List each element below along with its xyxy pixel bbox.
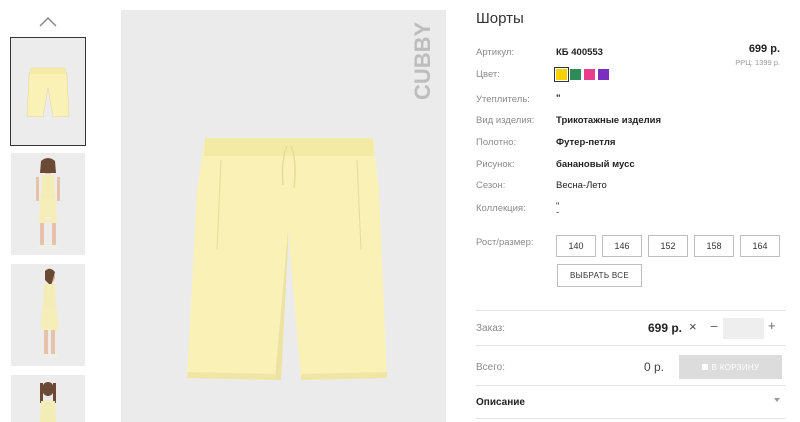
divider xyxy=(476,310,786,311)
thumbnail-strip xyxy=(0,0,100,422)
size-button-146[interactable]: 146 xyxy=(602,235,642,257)
pattern-label: Рисунок: xyxy=(476,159,515,170)
thumbnail-shorts[interactable] xyxy=(10,37,86,146)
select-all-sizes-button[interactable]: ВЫБРАТЬ ВСЕ xyxy=(557,264,642,287)
total-label: Всего: xyxy=(476,362,505,373)
size-button-140[interactable]: 140 xyxy=(556,235,596,257)
product-main-image xyxy=(121,10,446,422)
chevron-up-icon[interactable] xyxy=(38,14,58,28)
thumbnail-model-back[interactable] xyxy=(11,375,85,422)
add-to-cart-label: В КОРЗИНУ xyxy=(711,362,760,372)
size-button-164[interactable]: 164 xyxy=(740,235,780,257)
svg-text:CUBBY: CUBBY xyxy=(410,21,435,100)
order-price: 699 р. xyxy=(648,321,683,335)
fabric-label: Полотно: xyxy=(476,137,517,148)
article-value: КБ 400553 xyxy=(556,47,603,58)
quantity-decrease-button[interactable]: − xyxy=(710,318,718,334)
divider xyxy=(476,385,786,386)
product-title: Шорты xyxy=(476,10,524,27)
fabric-value: Футер-петля xyxy=(556,137,616,148)
season-label: Сезон: xyxy=(476,180,506,191)
thumbnail-model-side[interactable] xyxy=(11,264,85,366)
caret-down-icon[interactable] xyxy=(774,398,780,402)
color-swatches xyxy=(554,67,609,82)
collection-label: Коллекция: xyxy=(476,203,526,214)
cart-icon xyxy=(701,364,708,370)
recommended-price: РРЦ: 1399 р. xyxy=(735,58,780,67)
divider xyxy=(476,418,786,419)
collection-value-dash: - xyxy=(556,207,560,218)
quantity-input[interactable] xyxy=(723,318,764,339)
thumbnail-model-front[interactable] xyxy=(11,153,85,255)
type-label: Вид изделия: xyxy=(476,115,535,126)
size-button-158[interactable]: 158 xyxy=(694,235,734,257)
divider xyxy=(476,345,786,346)
color-swatch-pink[interactable] xyxy=(584,69,595,80)
product-price: 699 р. xyxy=(748,43,780,55)
description-toggle[interactable]: Описание xyxy=(476,397,525,408)
size-options: 140 146 152 158 164 xyxy=(556,235,780,257)
pattern-value: банановый мусс xyxy=(556,159,635,170)
order-label: Заказ: xyxy=(476,323,506,334)
add-to-cart-button[interactable]: В КОРЗИНУ xyxy=(679,355,782,379)
color-swatch-green[interactable] xyxy=(570,69,581,80)
quantity-increase-button[interactable]: + xyxy=(768,318,776,333)
color-swatch-yellow[interactable] xyxy=(554,67,569,82)
color-label: Цвет: xyxy=(476,69,500,80)
color-swatch-purple[interactable] xyxy=(598,69,609,80)
insulation-value: " xyxy=(556,93,561,104)
size-label: Рост/размер: xyxy=(476,237,534,248)
season-value: Весна-Лето xyxy=(556,180,607,191)
insulation-label: Утеплитель: xyxy=(476,94,530,105)
remove-icon[interactable]: × xyxy=(689,319,697,334)
type-value: Трикотажные изделия xyxy=(556,115,662,126)
size-button-152[interactable]: 152 xyxy=(648,235,688,257)
total-value: 0 р. xyxy=(644,360,665,374)
brand-logo: CUBBY xyxy=(410,21,435,100)
article-label: Артикул: xyxy=(476,47,515,58)
